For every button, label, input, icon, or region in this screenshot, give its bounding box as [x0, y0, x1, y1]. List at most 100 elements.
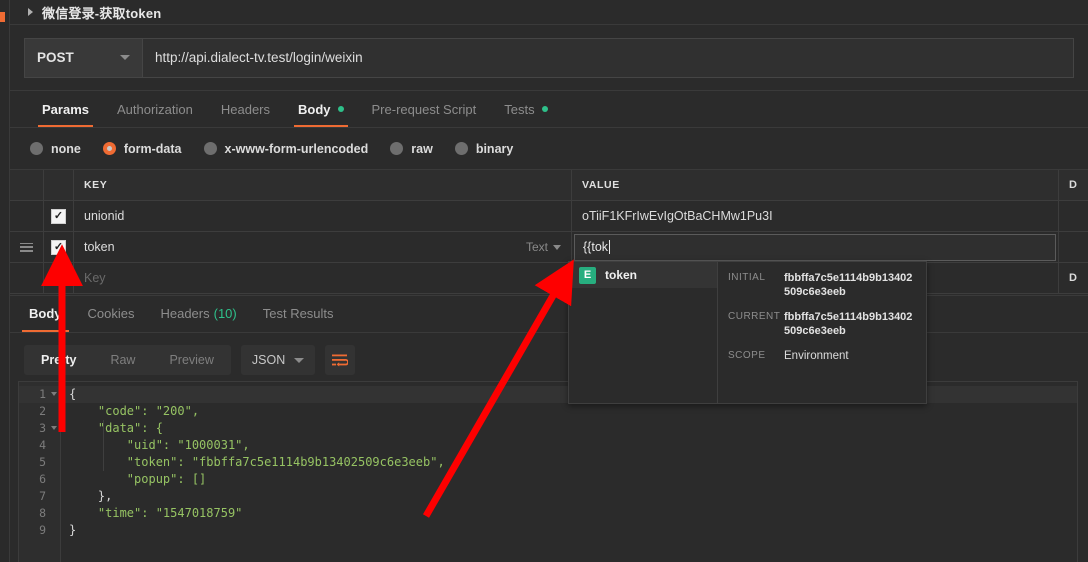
radio-label: raw — [411, 141, 433, 156]
tab-label: Cookies — [87, 306, 135, 321]
view-mode-preview[interactable]: Preview — [152, 345, 230, 375]
view-mode-label: Preview — [169, 353, 214, 367]
autocomplete-item-label: token — [605, 268, 638, 282]
radio-raw[interactable]: raw — [390, 142, 433, 156]
response-tab-test-results[interactable]: Test Results — [250, 295, 347, 332]
table-row: ✓ unionid oTiiF1KFrIwEvIgOtBaCHMw1Pu3I — [10, 201, 1088, 232]
tab-label: Body — [298, 101, 331, 117]
response-language-label: JSON — [251, 353, 286, 367]
http-method-select[interactable]: POST — [24, 37, 142, 78]
detail-label: INITIAL — [728, 272, 766, 283]
response-body-editor[interactable]: 1 2 3 4 5 6 7 8 9 { "code": "200", "data… — [18, 381, 1078, 562]
radio-icon — [454, 142, 468, 155]
tab-tests[interactable]: Tests — [490, 91, 561, 127]
drag-handle-cell[interactable] — [10, 232, 44, 262]
response-tab-headers[interactable]: Headers (10) — [147, 295, 249, 332]
tab-label: Headers — [220, 101, 271, 117]
key-cell-empty[interactable]: Key — [74, 263, 572, 293]
radio-x-www-form-urlencoded[interactable]: x-www-form-urlencoded — [203, 142, 368, 156]
detail-label: SCOPE — [728, 350, 766, 361]
detail-row-initial: INITIAL fbbffa7c5e1114b9b13402509c6e3eeb — [728, 271, 916, 299]
handle-column-header — [10, 170, 44, 200]
description-cell-empty[interactable]: D — [1059, 263, 1088, 293]
code-line: "popup": [] — [69, 472, 207, 486]
column-header-key: KEY — [74, 170, 572, 200]
line-number: 2 — [39, 404, 46, 418]
detail-row-current: CURRENT fbbffa7c5e1114b9b13402509c6e3eeb — [728, 310, 916, 338]
line-number: 6 — [39, 472, 46, 486]
line-number: 5 — [39, 455, 46, 469]
autocomplete-item-token[interactable]: E token — [569, 262, 717, 288]
fold-arrow-icon[interactable] — [51, 426, 57, 430]
value-input[interactable]: {{tok — [574, 233, 1056, 261]
description-cell[interactable] — [1059, 232, 1088, 262]
view-mode-label: Raw — [110, 353, 136, 367]
code-line: } — [69, 523, 77, 537]
tab-label: Body — [29, 306, 62, 321]
row-checkbox-cell[interactable] — [44, 263, 74, 293]
radio-icon — [30, 142, 43, 155]
status-dot-icon — [541, 106, 548, 112]
column-header-label: VALUE — [582, 179, 620, 191]
table-header-row: KEY VALUE D — [10, 170, 1088, 201]
radio-none[interactable]: none — [30, 142, 81, 156]
tab-params[interactable]: Params — [28, 91, 103, 127]
value-cell-focused[interactable]: {{tok — [572, 232, 1059, 262]
checkbox-checked-icon[interactable]: ✓ — [51, 239, 66, 255]
variable-autocomplete-popup: E token INITIAL fbbffa7c5e1114b9b1340250… — [568, 261, 927, 404]
code-content[interactable]: { "code": "200", "data": { "uid": "10000… — [61, 382, 1077, 562]
unsaved-indicator — [0, 12, 5, 22]
view-mode-label: Pretty — [41, 353, 77, 367]
line-number: 7 — [39, 489, 46, 503]
detail-row-scope: SCOPE Environment — [728, 349, 916, 363]
chevron-down-icon — [553, 244, 561, 250]
key-placeholder: Key — [84, 271, 106, 285]
radio-binary[interactable]: binary — [454, 142, 513, 156]
line-number: 4 — [39, 438, 46, 452]
url-input[interactable]: http://api.dialect-tv.test/login/weixin — [142, 37, 1074, 78]
value-type-label: Text — [525, 240, 548, 254]
checkbox-checked-icon[interactable]: ✓ — [51, 208, 66, 224]
drag-handle-cell — [10, 201, 44, 231]
detail-value: fbbffa7c5e1114b9b13402509c6e3eeb — [784, 311, 913, 337]
headers-count: (10) — [213, 306, 237, 321]
line-number: 9 — [39, 523, 46, 537]
description-cell[interactable] — [1059, 201, 1088, 231]
line-number: 1 — [19, 386, 60, 403]
row-checkbox-cell[interactable]: ✓ — [44, 232, 74, 262]
collapse-triangle-icon[interactable] — [28, 8, 33, 16]
fold-arrow-icon[interactable] — [51, 392, 57, 396]
column-header-value: VALUE — [572, 170, 1059, 200]
key-text: unionid — [84, 209, 125, 223]
radio-label: form-data — [123, 141, 182, 156]
response-tab-cookies[interactable]: Cookies — [75, 295, 148, 332]
line-number: 3 — [19, 420, 60, 437]
key-cell[interactable]: token Text — [74, 232, 572, 262]
tab-headers[interactable]: Headers — [207, 91, 284, 127]
response-tab-body[interactable]: Body — [16, 295, 75, 332]
wrap-lines-icon — [332, 354, 349, 366]
body-type-radio-group: none form-data x-www-form-urlencoded raw… — [10, 128, 1088, 170]
tab-body[interactable]: Body — [284, 91, 358, 127]
url-bar: POST http://api.dialect-tv.test/login/we… — [10, 25, 1088, 91]
drag-handle-icon[interactable] — [20, 242, 33, 252]
tab-label: Params — [42, 101, 89, 117]
value-type-select[interactable]: Text — [526, 240, 561, 254]
line-number: 8 — [39, 506, 46, 520]
response-language-select[interactable]: JSON — [240, 345, 315, 375]
tab-pre-request-script[interactable]: Pre-request Script — [358, 91, 491, 127]
view-mode-pretty[interactable]: Pretty — [24, 345, 93, 375]
value-cell[interactable]: oTiiF1KFrIwEvIgOtBaCHMw1Pu3I — [572, 201, 1059, 231]
tab-label: Authorization — [116, 101, 193, 117]
text-caret — [609, 240, 611, 254]
wrap-lines-button[interactable] — [324, 345, 355, 375]
tab-authorization[interactable]: Authorization — [103, 91, 207, 127]
row-checkbox-cell[interactable]: ✓ — [44, 201, 74, 231]
request-tabs: Params Authorization Headers Body Pre-re… — [10, 91, 1088, 128]
postman-window: 微信登录-获取token POST http://api.dialect-tv.… — [0, 0, 1088, 562]
key-cell[interactable]: unionid — [74, 201, 572, 231]
check-column-header — [44, 170, 74, 200]
radio-form-data[interactable]: form-data — [102, 141, 182, 156]
chevron-down-icon — [293, 357, 304, 363]
view-mode-raw[interactable]: Raw — [93, 345, 152, 375]
